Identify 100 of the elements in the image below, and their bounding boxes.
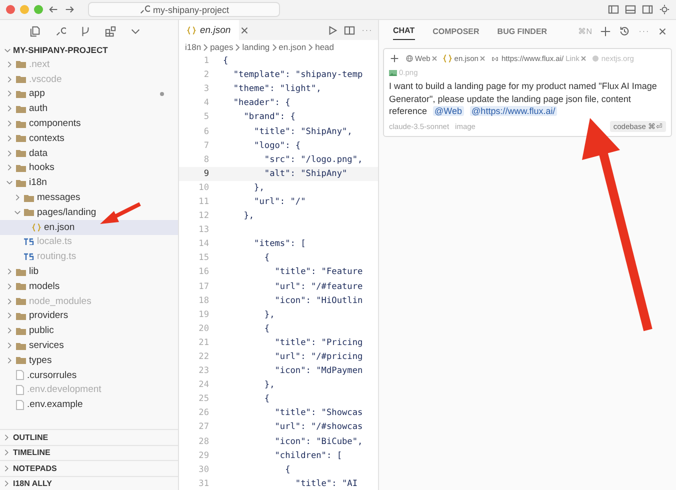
chevron-icon[interactable]	[3, 464, 10, 472]
line-number: 12	[198, 211, 210, 222]
braces-icon	[32, 222, 41, 232]
breadcrumb-item[interactable]: pages	[210, 42, 234, 52]
folder-item[interactable]: pages/landing	[0, 204, 178, 220]
chat-tab[interactable]: BUG FINDER	[497, 22, 548, 40]
close-icon[interactable]	[581, 56, 586, 61]
folder-item[interactable]: types	[0, 352, 178, 368]
line-number: 29	[198, 450, 210, 461]
line-number: 19	[198, 310, 210, 320]
back-arrow-icon	[48, 4, 59, 15]
ts-file-icon	[24, 238, 34, 246]
code-line: "url": "/"	[253, 196, 306, 207]
panel-layout-icon	[625, 4, 636, 15]
close-icon	[238, 24, 250, 36]
close-icon[interactable]	[480, 56, 486, 61]
plus-icon	[600, 26, 611, 36]
folder-item[interactable]: messages	[0, 190, 178, 205]
breadcrumb-item[interactable]: head	[315, 42, 334, 52]
close-icon[interactable]	[432, 56, 438, 61]
line-number: 10	[198, 182, 210, 193]
line-number: 6	[202, 126, 210, 137]
folder-item[interactable]: providers	[0, 308, 178, 324]
breadcrumb-item[interactable]: landing	[242, 42, 270, 52]
code-line: "title": "Feature	[274, 267, 363, 278]
panel-section-header[interactable]: OUTLINE	[0, 429, 178, 444]
code-line: "children": [	[274, 450, 342, 461]
line-number: 27	[198, 422, 210, 432]
folder-item[interactable]: auth	[0, 101, 178, 116]
sidebar-layout-icon	[608, 4, 619, 15]
line-number: 20	[198, 324, 210, 334]
folder-item[interactable]: data	[0, 146, 178, 161]
folder-item[interactable]: models	[0, 278, 178, 294]
file-item[interactable]: en.json	[0, 220, 178, 235]
line-number: 14	[198, 239, 210, 250]
mention-link[interactable]: @Web	[432, 106, 464, 116]
editor-tab[interactable]: en.json	[179, 20, 239, 40]
history-icon	[619, 26, 630, 36]
folder-item[interactable]: i18n	[0, 175, 178, 190]
code-line: "title": "Showcas	[274, 408, 363, 418]
panel-section-header[interactable]: TIMELINE	[0, 444, 178, 460]
line-number: 9	[202, 168, 210, 179]
mention-link[interactable]: @https://www.flux.ai/	[470, 106, 558, 116]
file-item[interactable]: .env.example	[0, 397, 178, 412]
chat-input-card[interactable]	[383, 48, 672, 136]
chat-message: I want to build a landing page for my product named "Flux AI Image Generator", please update the landing page json file, content reference @Web @https://www.flux.ai/	[389, 80, 658, 118]
line-number: 7	[202, 140, 210, 151]
site-icon	[592, 55, 600, 62]
folder-item[interactable]: lib	[0, 264, 178, 279]
chevron-icon[interactable]	[3, 480, 10, 488]
panel-section-header[interactable]: I18N ALLY	[0, 476, 178, 490]
chat-tab[interactable]: CHAT	[393, 22, 415, 40]
close-icon	[657, 26, 668, 36]
folder-item[interactable]: app	[0, 86, 178, 102]
breadcrumb-item[interactable]: i18n	[185, 42, 202, 52]
code-line: "url": "/#feature	[274, 282, 363, 292]
line-number: 11	[198, 196, 210, 207]
sidebar-right-icon	[642, 4, 653, 15]
code-line: "icon": "MdPaymen	[274, 366, 363, 376]
folder-item[interactable]: contexts	[0, 130, 178, 146]
code-line: },	[263, 380, 275, 390]
chevron-icon[interactable]	[3, 449, 10, 456]
folder-item[interactable]: components	[0, 116, 178, 131]
code-line: "title": "Pricing	[274, 338, 363, 348]
chat-tab[interactable]: COMPOSER	[432, 22, 480, 40]
code-line: "url": "/#pricing	[274, 352, 363, 362]
files-icon	[30, 26, 41, 36]
extensions-icon	[105, 26, 116, 36]
line-number: 31	[198, 478, 210, 489]
plus-icon	[389, 53, 400, 64]
line-number: 15	[198, 253, 210, 264]
line-number: 26	[198, 408, 210, 418]
folder-item[interactable]: services	[0, 338, 178, 353]
folder-item[interactable]: public	[0, 323, 178, 338]
modified-dot	[160, 92, 164, 96]
chevron-right-icon	[203, 44, 208, 50]
panel-section-header[interactable]: NOTEPADS	[0, 460, 178, 476]
file-item[interactable]: .cursorrules	[0, 368, 178, 383]
shortcut-label: ⌘N	[578, 26, 592, 36]
code-line: {	[263, 324, 270, 334]
chevron-icon[interactable]	[3, 434, 10, 441]
ts-file-icon	[24, 253, 34, 260]
close-window-button[interactable]	[6, 5, 15, 14]
line-number: 17	[198, 282, 210, 292]
line-number: 21	[198, 338, 210, 348]
line-number: 8	[202, 154, 210, 165]
code-line: {	[263, 253, 270, 264]
add-context-button[interactable]	[389, 53, 400, 64]
code-line: "icon": "HiOutlin	[274, 296, 363, 306]
maximize-window-button[interactable]	[34, 5, 43, 14]
folder-item[interactable]: hooks	[0, 160, 178, 176]
code-line: },	[263, 310, 275, 320]
code-line: },	[253, 182, 264, 193]
file-icon	[16, 384, 24, 395]
line-number: 4	[202, 98, 210, 108]
breadcrumb-item[interactable]: en.json	[278, 42, 306, 52]
project-title[interactable]: MY-SHIPANY-PROJECT	[0, 42, 178, 57]
search-field[interactable]: my-shipany-project	[88, 2, 280, 17]
chevron-right-icon	[272, 44, 277, 50]
chevron-right-icon	[235, 44, 240, 50]
